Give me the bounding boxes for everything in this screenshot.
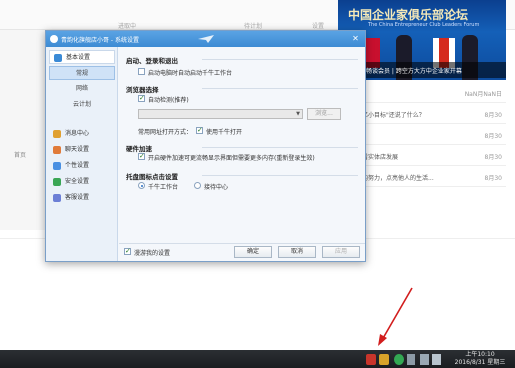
news-date: 8月30 — [484, 154, 502, 161]
common-open-label: 常用网址打开方式： — [138, 129, 193, 136]
tray-app-icon[interactable] — [366, 354, 376, 365]
sidebar-item-label: 基本设置 — [66, 54, 91, 61]
sidebar-item-label: 安全设置 — [65, 178, 90, 185]
sidebar-item-chat[interactable]: 聊天设置 — [49, 143, 115, 157]
background-left-pane: 首页 — [0, 30, 45, 230]
headset-icon — [53, 194, 61, 202]
clock-time: 上午10:10 — [465, 351, 495, 358]
app-logo-icon — [50, 35, 58, 43]
chevron-down-icon: ▼ — [296, 111, 300, 117]
use-qianniu-checkbox[interactable] — [196, 126, 203, 134]
message-icon — [53, 130, 61, 138]
sidebar-item-security[interactable]: 安全设置 — [49, 175, 115, 189]
news-date: 8月30 — [484, 175, 502, 182]
settings-window: 青韵化旗舰店小哥 - 系统设置 ✕ 基本设置 常规 网络 云计划 消息中心 聊天… — [45, 30, 366, 262]
section-startup-title: 启动、登录和退出 — [126, 57, 178, 65]
browser-select[interactable]: ▼ — [138, 109, 303, 119]
background-column-label: 进取中 — [118, 23, 137, 30]
sidebar-item-label: 聊天设置 — [65, 146, 90, 153]
window-title: 青韵化旗舰店小哥 - 系统设置 — [61, 37, 139, 44]
window-titlebar[interactable]: 青韵化旗舰店小哥 - 系统设置 ✕ — [46, 31, 365, 47]
sidebar-item-network[interactable]: 网络 — [49, 82, 115, 96]
sidebar-item-label: 个性设置 — [65, 162, 90, 169]
service-radio-label: 接待中心 — [204, 184, 229, 191]
roam-settings-label: 漫游我的设置 — [134, 250, 171, 257]
news-date: NaN月NaN日 — [464, 91, 502, 98]
sidebar-item-personal[interactable]: 个性设置 — [49, 159, 115, 173]
autodetect-label: 自动检测(推荐) — [148, 97, 189, 104]
chat-icon — [53, 146, 61, 154]
section-divider — [202, 147, 358, 148]
roam-settings-checkbox[interactable] — [124, 247, 131, 255]
news-banner-sub: The China Entrepreneur Club Leaders Foru… — [368, 22, 480, 28]
section-divider — [202, 175, 358, 176]
news-date: 8月30 — [484, 112, 502, 119]
sidebar-item-label: 消息中心 — [65, 130, 90, 137]
background-left-label[interactable]: 首页 — [14, 150, 26, 159]
workbench-radio[interactable] — [138, 182, 145, 189]
hw-accel-label: 开启硬件加速可更流畅显示界面但需要更多内存(重新登录生效) — [148, 155, 315, 162]
basic-settings-icon — [54, 54, 62, 62]
close-icon[interactable]: ✕ — [350, 34, 361, 44]
settings-content: 启动、登录和退出 启动电脑时自动启动千牛工作台 浏览器选择 自动检测(推荐) ▼… — [122, 51, 362, 241]
sidebar-item-label: 客服设置 — [65, 194, 90, 201]
personal-icon — [53, 162, 61, 170]
background-column-label[interactable]: 设置 — [312, 21, 324, 30]
flag-icon[interactable] — [407, 354, 415, 365]
autostart-checkbox[interactable] — [138, 68, 145, 75]
ok-button[interactable]: 确定 — [234, 246, 272, 258]
network-icon[interactable] — [420, 354, 429, 365]
taskbar-clock[interactable]: 上午10:10 2016/8/31 星期三 — [448, 351, 512, 367]
settings-sidebar: 基本设置 常规 网络 云计划 消息中心 聊天设置 个性设置 安全设置 客服设置 — [46, 47, 118, 261]
paper-plane-icon — [198, 35, 214, 43]
section-tray-title: 托盘图标点击设置 — [126, 173, 178, 181]
sidebar-item-cloud-plan[interactable]: 云计划 — [49, 98, 115, 112]
news-date: 8月30 — [484, 133, 502, 140]
red-arrow-annotation — [378, 287, 413, 346]
clock-date: 2016/8/31 星期三 — [454, 359, 506, 366]
section-divider — [202, 88, 358, 89]
hw-accel-checkbox[interactable] — [138, 152, 145, 160]
use-qianniu-label: 使用千牛打开 — [206, 129, 243, 136]
news-banner: 中国企业家俱乐部论坛 — [348, 8, 469, 22]
volume-icon[interactable] — [432, 354, 441, 365]
service-radio[interactable] — [194, 182, 201, 189]
sidebar-item-general[interactable]: 常规 — [49, 66, 115, 80]
tray-status-icon[interactable] — [394, 354, 404, 365]
section-divider — [202, 59, 358, 60]
shield-icon — [53, 178, 61, 186]
sidebar-item-basic[interactable]: 基本设置 — [49, 50, 115, 64]
autostart-label: 启动电脑时自动启动千牛工作台 — [148, 70, 233, 77]
browse-button[interactable]: 浏览... — [307, 108, 341, 120]
desktop: 进取中 待计划 设置 首页 中国企业家俱乐部论坛 The China Entre… — [0, 0, 515, 368]
sidebar-item-message-center[interactable]: 消息中心 — [49, 127, 115, 141]
tray-qianniu-icon[interactable] — [379, 354, 389, 365]
workbench-radio-label: 千牛工作台 — [148, 184, 179, 191]
autodetect-checkbox[interactable] — [138, 94, 145, 102]
sidebar-item-customer-service[interactable]: 客服设置 — [49, 191, 115, 205]
background-column-label: 待计划 — [244, 23, 263, 30]
section-browser-title: 浏览器选择 — [126, 86, 159, 94]
apply-button[interactable]: 应用 — [322, 246, 360, 258]
cancel-button[interactable]: 取消 — [278, 246, 316, 258]
